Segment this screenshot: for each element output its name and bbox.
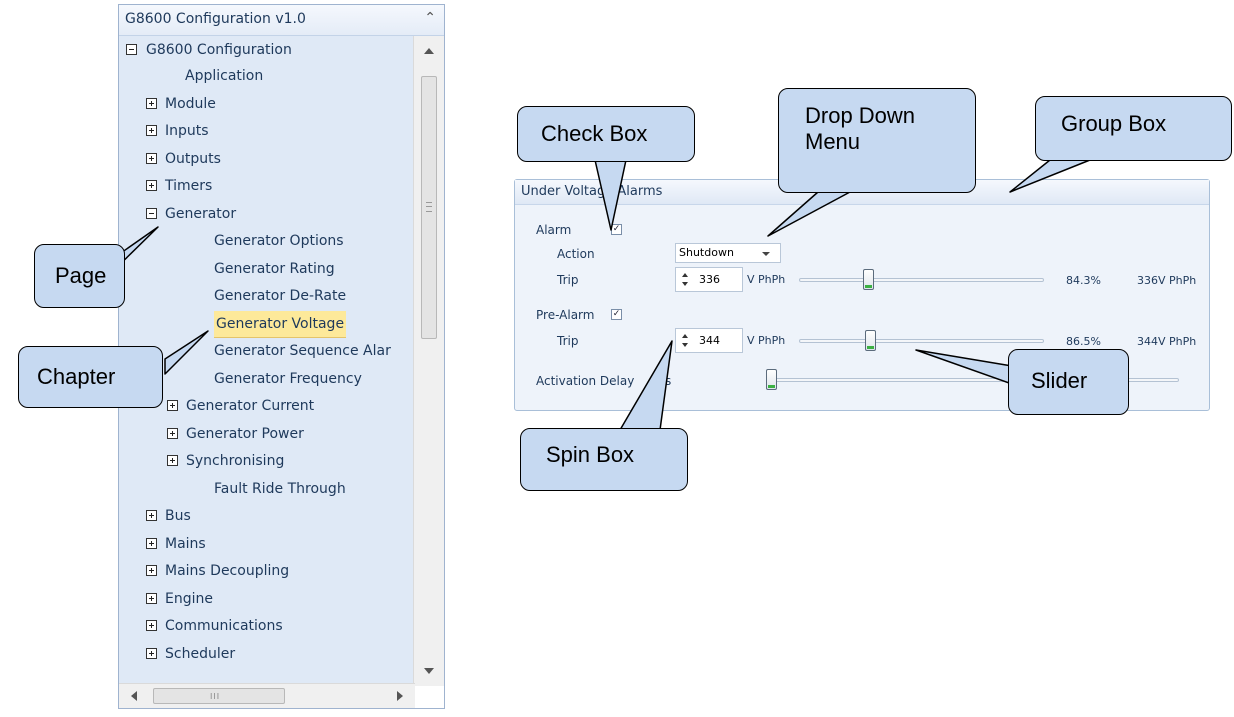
drop-down-callout-pointer [767, 191, 851, 237]
chapter-callout-pointer [164, 330, 209, 375]
callout-text: Page [55, 263, 107, 288]
callout-text: Spin Box [546, 442, 635, 467]
spin-box-callout: Spin Box [520, 428, 688, 491]
slider-callout-pointer [915, 349, 1013, 385]
slider-callout: Slider [1008, 349, 1129, 415]
page-callout: Page [34, 244, 125, 308]
callout-text: Group Box [1061, 111, 1167, 136]
callout-text: Slider [1031, 368, 1088, 393]
spin-box-callout-pointer [619, 340, 673, 431]
callout-text-line-1: Drop Down [805, 103, 916, 128]
group-box-callout-pointer [1009, 159, 1091, 193]
group-box-callout: Group Box [1035, 96, 1232, 161]
callout-text-line-2: Menu [805, 129, 861, 154]
check-box-callout: Check Box [517, 106, 695, 162]
drop-down-callout: Drop Down Menu [778, 88, 976, 193]
chapter-callout: Chapter [18, 346, 163, 408]
callout-text: Check Box [541, 121, 648, 146]
check-box-callout-pointer [594, 159, 627, 231]
callout-text: Chapter [37, 364, 116, 389]
